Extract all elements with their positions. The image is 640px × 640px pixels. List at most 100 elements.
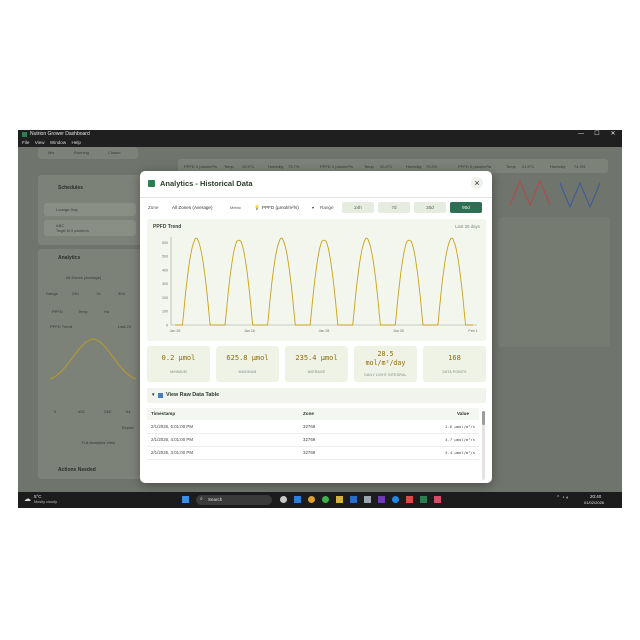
- stat-value: 625.8 µmol: [226, 354, 269, 362]
- app-titlebar: Nutrion Grower Dashboard — ☐ ✕: [18, 130, 622, 139]
- bg-range-7d: 7d: [96, 291, 101, 296]
- stat-card-minimum: 0.2 µmol MINIMUM: [147, 346, 210, 382]
- chart-title: PPFD Trend: [153, 224, 182, 230]
- range-30d-button[interactable]: 30d: [414, 202, 446, 213]
- folder-icon[interactable]: [336, 496, 343, 503]
- clock-date: 01/02/2026: [584, 500, 605, 505]
- minimize-button[interactable]: —: [574, 130, 588, 139]
- weather-icon: ☁: [24, 496, 31, 503]
- stat-card-maximum: 625.8 µmol MAXIMUM: [216, 346, 279, 382]
- app-icon[interactable]: [364, 496, 371, 503]
- stat-value: 0.2 µmol: [161, 354, 196, 362]
- menu-help[interactable]: Help: [71, 140, 80, 145]
- metric-select[interactable]: PPFD (µmol/m²/s): [262, 205, 299, 210]
- bg-mini-stat: 246: [104, 409, 111, 414]
- raw-data-toggle[interactable]: ▼ View Raw Data Table: [147, 388, 486, 403]
- stat-value: 168: [448, 354, 461, 362]
- cell-zone: 32769: [303, 424, 316, 429]
- bg-tab-ppfd: PPFD: [52, 309, 63, 314]
- bg-tab-humidity: Hu: [104, 309, 110, 314]
- store-icon[interactable]: [350, 496, 357, 503]
- app-icon[interactable]: [378, 496, 385, 503]
- bg-metric-label: Temp: [224, 164, 234, 169]
- bg-tab-closed: Closed: [108, 150, 121, 155]
- app-icon[interactable]: [406, 496, 413, 503]
- modal-header: Analytics - Historical Data ×: [140, 171, 492, 198]
- bg-metric-value: 0 µmol/m²/s: [332, 164, 353, 169]
- bg-metric-label: PPFD: [458, 164, 469, 169]
- bg-metric-value: 74.3%: [574, 164, 586, 169]
- bg-mini-chart: [49, 338, 137, 380]
- raw-data-label: View Raw Data Table: [166, 392, 220, 398]
- chart-icon: [148, 180, 155, 187]
- analytics-modal: Analytics - Historical Data × Zone All Z…: [140, 171, 492, 483]
- bg-range-24h: 24h: [72, 291, 79, 296]
- menu-file[interactable]: File: [22, 140, 29, 145]
- cell-value: 5.4 µmol/m²/s: [445, 450, 475, 455]
- raw-data-table: Timestamp Zone Value 2/1/2026, 5:01:00 P…: [147, 408, 479, 483]
- bg-metric-label: Humidity: [550, 164, 566, 169]
- taskview-icon[interactable]: [280, 496, 287, 503]
- grower-app-icon[interactable]: [420, 496, 427, 503]
- edge-icon[interactable]: [392, 496, 399, 503]
- desktop-screen: Nutrion Grower Dashboard — ☐ ✕ File View…: [18, 130, 622, 508]
- range-label: Range: [320, 205, 334, 210]
- range-24h-button[interactable]: 24h: [342, 202, 374, 213]
- x-tick-label: Jan 30: [393, 329, 404, 333]
- zone-select[interactable]: All Zones (Average): [172, 205, 213, 210]
- bg-schedule-name: ABC: [56, 223, 65, 228]
- bg-mini-stat: 0: [54, 409, 57, 414]
- bg-tab-mix: Mix: [48, 150, 55, 155]
- bg-right-panel: [498, 217, 610, 347]
- window-title: Nutrion Grower Dashboard: [30, 131, 90, 137]
- weather-temp: 5°C: [34, 494, 42, 499]
- table-scroll-thumb[interactable]: [482, 411, 485, 425]
- stat-label: AVERAGE: [307, 370, 326, 374]
- range-7d-button[interactable]: 7d: [378, 202, 410, 213]
- table-row: 2/1/2026, 4:01:00 PM 32769 4.7 µmol/m²/s: [147, 434, 479, 447]
- menu-bar: File View Window Help: [18, 139, 622, 147]
- ppfd-line-chart: 0 100 200 300 400 500 600 Jan 25 Jan 26 Jan 28 Jan…: [162, 237, 478, 333]
- cell-timestamp: 2/1/2026, 4:01:00 PM: [151, 437, 193, 442]
- cell-value: 2.6 µmol/m²/s: [445, 424, 475, 429]
- start-icon[interactable]: [182, 496, 189, 503]
- x-tick-label: Jan 26: [244, 329, 255, 333]
- bg-chart-sub: Last 24: [118, 324, 132, 329]
- bg-analytics-zone: All Zones (Average): [66, 275, 102, 280]
- menu-window[interactable]: Window: [50, 140, 66, 145]
- bg-metric-value: 0 µmol/m²/s: [196, 164, 217, 169]
- cell-timestamp: 2/1/2026, 3:01:00 PM: [151, 450, 193, 455]
- taskbar-search[interactable]: ⌕ Search: [196, 495, 272, 505]
- close-icon[interactable]: ×: [471, 177, 483, 189]
- menu-view[interactable]: View: [35, 140, 45, 145]
- stat-label: MINIMUM: [170, 370, 187, 374]
- whatsapp-icon[interactable]: [322, 496, 329, 503]
- bg-mini-stat: 452: [78, 409, 85, 414]
- stat-card-dli: 20.5 mol/m²/day DAILY LIGHT INTEGRAL: [354, 346, 417, 382]
- y-tick-label: 600: [162, 241, 168, 245]
- bg-schedule-name: Lounge Day: [56, 207, 78, 212]
- maximize-button[interactable]: ☐: [590, 130, 604, 139]
- y-tick-label: 300: [162, 282, 168, 286]
- x-tick-label: Jan 25: [170, 329, 181, 333]
- bg-sparklines: [509, 179, 601, 209]
- app-icon[interactable]: [434, 496, 441, 503]
- col-value: Value: [457, 411, 470, 416]
- tray-icons[interactable]: ⌃ ◔ ◐: [556, 495, 569, 501]
- app-icon: [22, 132, 27, 137]
- chrome-icon[interactable]: [308, 496, 315, 503]
- bg-tab-running: Running: [74, 150, 89, 155]
- window-close-button[interactable]: ✕: [606, 130, 620, 139]
- range-90d-button[interactable]: 90d: [450, 202, 482, 213]
- bg-mini-stat: 64: [126, 409, 131, 414]
- cell-zone: 32769: [303, 437, 316, 442]
- modal-title: Analytics - Historical Data: [160, 179, 253, 188]
- bg-tab-temp: Temp: [78, 309, 88, 314]
- table-row: 2/1/2026, 5:01:00 PM 32769 2.6 µmol/m²/s: [147, 421, 479, 434]
- app-icon[interactable]: [294, 496, 301, 503]
- caret-down-icon: ▼: [151, 392, 156, 397]
- clock-time: 20:40: [590, 494, 602, 499]
- y-tick-label: 100: [162, 310, 168, 314]
- bg-metric-label: PPFD: [320, 164, 331, 169]
- metric-label: Metric: [230, 205, 241, 210]
